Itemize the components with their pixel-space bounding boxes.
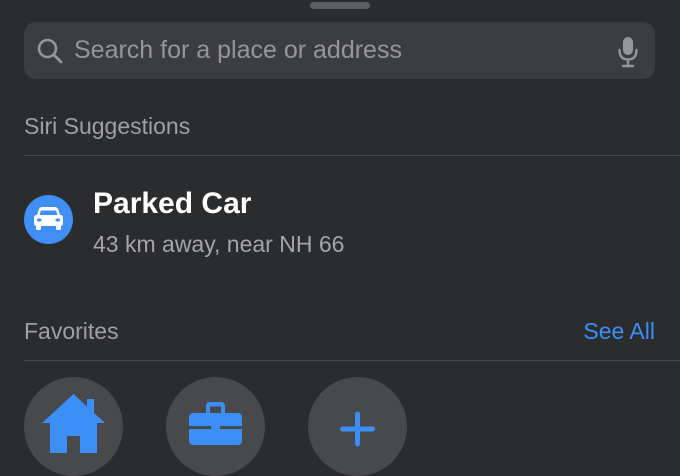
sheet-grabber-handle[interactable] [310,2,370,9]
add-favorite-button[interactable] [308,377,407,476]
favorites-header: Favorites [24,318,119,344]
section-divider [24,360,680,361]
briefcase-icon [189,402,242,445]
search-bar[interactable] [24,22,655,79]
plus-icon [340,411,375,447]
car-icon [24,195,73,244]
microphone-icon[interactable] [617,36,639,68]
home-icon [42,394,105,453]
suggestion-title: Parked Car [93,187,252,220]
siri-suggestions-header: Siri Suggestions [24,113,191,139]
suggestion-parked-car[interactable]: Parked Car 43 km away, near NH 66 [0,170,680,270]
search-input[interactable] [72,22,614,79]
suggestion-subtitle: 43 km away, near NH 66 [93,231,345,257]
search-icon [36,37,64,65]
section-divider [24,155,680,156]
favorite-home[interactable] [24,377,123,476]
favorite-work[interactable] [166,377,265,476]
see-all-link[interactable]: See All [583,318,655,345]
